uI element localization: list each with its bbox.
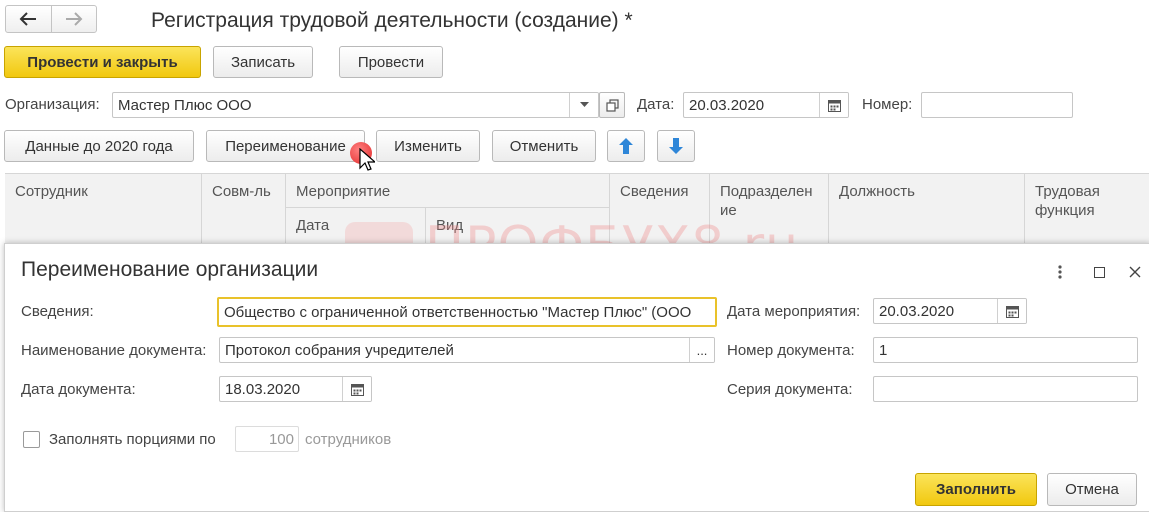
info-label: Сведения: — [21, 303, 94, 320]
event-date-calendar-button[interactable] — [997, 299, 1026, 323]
col-info[interactable]: Сведения — [610, 174, 710, 244]
back-button[interactable] — [6, 6, 52, 32]
col-parttime[interactable]: Совм-ль — [202, 174, 286, 244]
write-button[interactable]: Записать — [213, 46, 313, 78]
data-before-2020-button[interactable]: Данные до 2020 года — [4, 130, 194, 162]
number-label: Номер: — [862, 96, 913, 113]
calendar-icon — [1005, 305, 1019, 318]
doc-date-value: 18.03.2020 — [225, 380, 301, 398]
portion-checkbox[interactable] — [23, 431, 40, 448]
date-field[interactable]: 20.03.2020 — [683, 92, 849, 118]
close-icon — [1129, 266, 1141, 278]
portion-label: Заполнять порциями по — [49, 431, 216, 448]
arrow-right-icon — [65, 12, 83, 26]
forward-button[interactable] — [52, 6, 97, 32]
arrow-up-icon — [619, 138, 633, 154]
organization-field[interactable]: Мастер Плюс ООО — [112, 92, 599, 118]
rename-button[interactable]: Переименование — [206, 130, 365, 162]
fill-button[interactable]: Заполнить — [915, 473, 1037, 506]
cancel-event-button[interactable]: Отменить — [492, 130, 596, 162]
dialog-maximize-button[interactable] — [1089, 262, 1109, 282]
maximize-icon — [1093, 266, 1105, 278]
col-position[interactable]: Должность — [829, 174, 1025, 244]
organization-label: Организация: — [5, 96, 100, 113]
event-date-value: 20.03.2020 — [879, 302, 955, 320]
info-value: Общество с ограниченной ответственностью… — [224, 303, 692, 321]
info-field[interactable]: Общество с ограниченной ответственностью… — [217, 297, 717, 327]
portion-suffix: сотрудников — [305, 431, 392, 448]
doc-name-value: Протокол собрания учредителей — [225, 341, 454, 359]
col-event-date[interactable]: Дата — [286, 208, 426, 244]
dialog-title: Переименование организации — [21, 258, 319, 281]
doc-name-label: Наименование документа: — [21, 342, 207, 359]
doc-name-field[interactable]: Протокол собрания учредителей ... — [219, 337, 715, 363]
doc-name-select-button[interactable]: ... — [689, 338, 714, 362]
doc-number-label: Номер документа: — [727, 342, 855, 359]
arrow-left-icon — [19, 12, 37, 26]
organization-dropdown-button[interactable] — [569, 93, 598, 117]
number-field[interactable] — [921, 92, 1073, 118]
doc-date-calendar-button[interactable] — [342, 377, 371, 401]
event-date-label: Дата мероприятия: — [727, 303, 861, 320]
open-window-icon — [605, 98, 619, 112]
col-event[interactable]: Мероприятие — [286, 174, 610, 208]
doc-series-label: Серия документа: — [727, 381, 853, 398]
doc-series-field[interactable] — [873, 376, 1138, 402]
portion-value: 100 — [268, 430, 294, 448]
chevron-down-icon — [579, 102, 589, 107]
col-event-kind[interactable]: Вид — [426, 208, 610, 244]
date-label: Дата: — [637, 96, 675, 113]
window-title: Регистрация трудовой деятельности (созда… — [151, 9, 633, 32]
dialog-close-button[interactable] — [1125, 262, 1145, 282]
rename-organization-dialog: Переименование организации Сведения: Общ… — [4, 243, 1149, 512]
col-function[interactable]: Трудовая функция — [1025, 174, 1149, 244]
doc-date-label: Дата документа: — [21, 381, 136, 398]
doc-number-value: 1 — [879, 341, 888, 359]
arrow-down-icon — [669, 138, 683, 154]
dialog-more-button[interactable] — [1050, 262, 1070, 282]
grid-header: Сотрудник Совм-ль Мероприятие Дата Вид С… — [5, 173, 1149, 244]
event-date-field[interactable]: 20.03.2020 — [873, 298, 1027, 324]
post-button[interactable]: Провести — [339, 46, 443, 78]
calendar-icon — [827, 99, 841, 112]
move-down-button[interactable] — [657, 130, 695, 162]
mouse-cursor-icon — [359, 148, 375, 171]
portion-field: 100 — [235, 426, 299, 452]
dialog-cancel-button[interactable]: Отмена — [1047, 473, 1137, 506]
doc-number-field[interactable]: 1 — [873, 337, 1138, 363]
col-employee[interactable]: Сотрудник — [5, 174, 202, 244]
vertical-dots-icon — [1058, 265, 1062, 279]
change-button[interactable]: Изменить — [376, 130, 480, 162]
calendar-icon — [350, 383, 364, 396]
date-calendar-button[interactable] — [819, 93, 848, 117]
move-up-button[interactable] — [607, 130, 645, 162]
organization-open-button[interactable] — [599, 92, 625, 118]
post-and-close-button[interactable]: Провести и закрыть — [4, 46, 201, 78]
nav-buttons — [5, 5, 97, 33]
organization-value: Мастер Плюс ООО — [118, 96, 252, 114]
col-department[interactable]: Подразделение — [710, 174, 829, 244]
date-value: 20.03.2020 — [689, 96, 765, 114]
doc-date-field[interactable]: 18.03.2020 — [219, 376, 372, 402]
